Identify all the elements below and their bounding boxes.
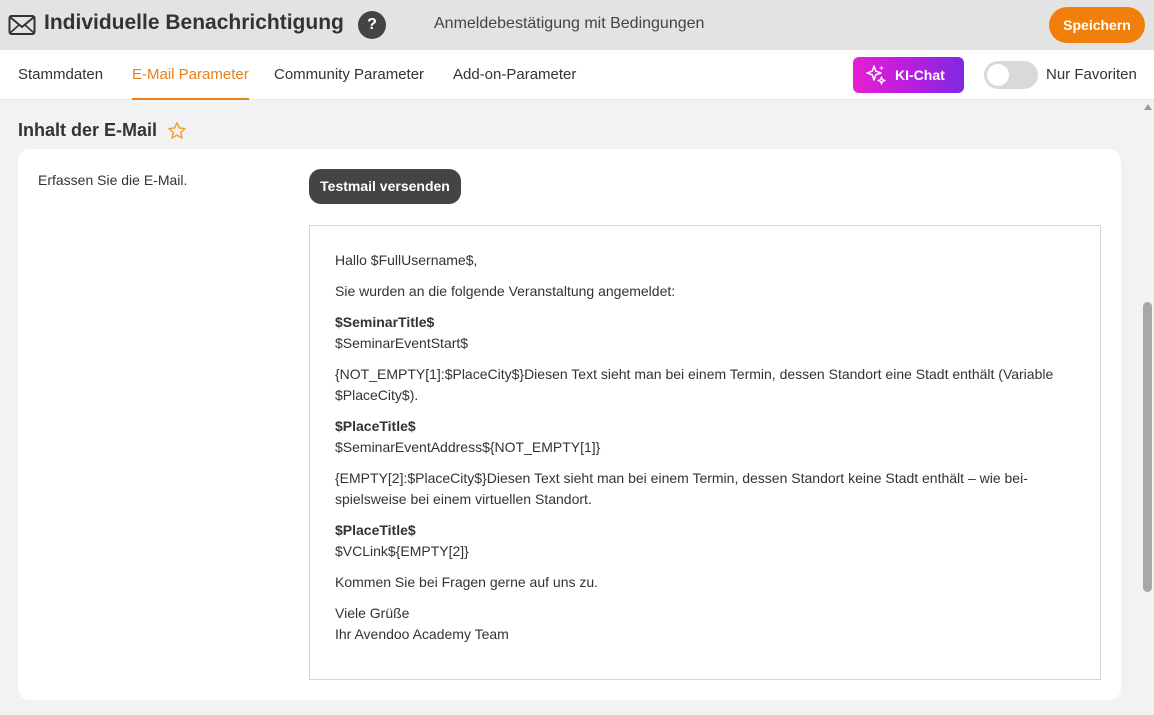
- email-condition-2: {EMPTY[2]:$PlaceCity$}Diesen Text sieht …: [335, 468, 1076, 510]
- place-title-var-1: $PlaceTitle$: [335, 418, 416, 434]
- email-content-card: Erfassen Sie die E-Mail. Testmail versen…: [18, 149, 1121, 700]
- save-button[interactable]: Speichern: [1049, 7, 1145, 43]
- email-seminar-block: $SeminarTitle$ $SeminarEventStart$: [335, 312, 1076, 354]
- help-button[interactable]: ?: [358, 11, 386, 39]
- seminar-title-var: $SeminarTitle$: [335, 314, 435, 330]
- tab-email-parameter[interactable]: E-Mail Parameter: [132, 50, 249, 100]
- signature: Ihr Avendoo Academy Team: [335, 626, 509, 642]
- closing: Viele Grüße: [335, 605, 410, 621]
- seminar-start-var: $SeminarEventStart$: [335, 335, 469, 351]
- envelope-icon: [8, 15, 36, 35]
- tab-bar: Stammdaten E-Mail Parameter Community Pa…: [0, 50, 1154, 100]
- ki-chat-button[interactable]: KI-Chat: [853, 57, 964, 93]
- tab-addon-parameter[interactable]: Add-on-Parameter: [453, 50, 576, 100]
- email-greeting: Hallo $FullUsername$,: [335, 252, 478, 268]
- email-closing-block: Viele Grüße Ihr Avendoo Academy Team: [335, 603, 1076, 645]
- vclink-var: $VCLink${EMPTY[2]}: [335, 543, 469, 559]
- send-testmail-button[interactable]: Testmail versenden: [309, 169, 461, 204]
- address-var: $SeminarEventAddress${NOT_EMPTY[1]}: [335, 439, 601, 455]
- email-questions: Kommen Sie bei Fragen gerne auf uns zu.: [335, 574, 599, 590]
- place-title-var-2: $PlaceTitle$: [335, 522, 416, 538]
- tab-stammdaten[interactable]: Stammdaten: [18, 50, 103, 100]
- section-title: Inhalt der E-Mail: [18, 120, 158, 140]
- condition-1-line-1: {NOT_EMPTY[1]:$PlaceCity$}Diesen Text si…: [335, 366, 1054, 382]
- header-bar: Individuelle Benachrichtigung ? Anmeldeb…: [0, 0, 1154, 50]
- condition-2-line-1: {EMPTY[2]:$PlaceCity$}Diesen Text sieht …: [335, 470, 1028, 486]
- favorites-toggle-label: Nur Favoriten: [1046, 66, 1137, 83]
- email-place-block-1: $PlaceTitle$ $SeminarEventAddress${NOT_E…: [335, 416, 1076, 458]
- sparkles-icon: [866, 65, 886, 85]
- scroll-up-arrow-icon[interactable]: [1144, 104, 1152, 110]
- condition-2-line-2: spielsweise bei einem virtuellen Standor…: [335, 491, 592, 507]
- condition-1-line-2: $PlaceCity$).: [335, 387, 419, 403]
- page-scrollbar[interactable]: [1141, 100, 1154, 715]
- star-outline-icon[interactable]: [167, 121, 187, 141]
- page-subtitle: Anmeldebestätigung mit Bedingungen: [434, 15, 705, 32]
- ki-chat-label: KI-Chat: [895, 67, 945, 83]
- email-intro: Sie wurden an die folgende Veranstaltung…: [335, 283, 676, 299]
- card-label: Erfassen Sie die E-Mail.: [38, 172, 188, 188]
- page-title: Individuelle Benachrichtigung: [44, 11, 344, 34]
- favorites-toggle[interactable]: [984, 61, 1038, 89]
- email-editor[interactable]: Hallo $FullUsername$, Sie wurden an die …: [309, 225, 1101, 680]
- scrollbar-thumb[interactable]: [1143, 302, 1152, 592]
- toggle-knob: [987, 64, 1009, 86]
- email-place-block-2: $PlaceTitle$ $VCLink${EMPTY[2]}: [335, 520, 1076, 562]
- tab-community-parameter[interactable]: Community Parameter: [274, 50, 424, 100]
- email-condition-1: {NOT_EMPTY[1]:$PlaceCity$}Diesen Text si…: [335, 364, 1076, 406]
